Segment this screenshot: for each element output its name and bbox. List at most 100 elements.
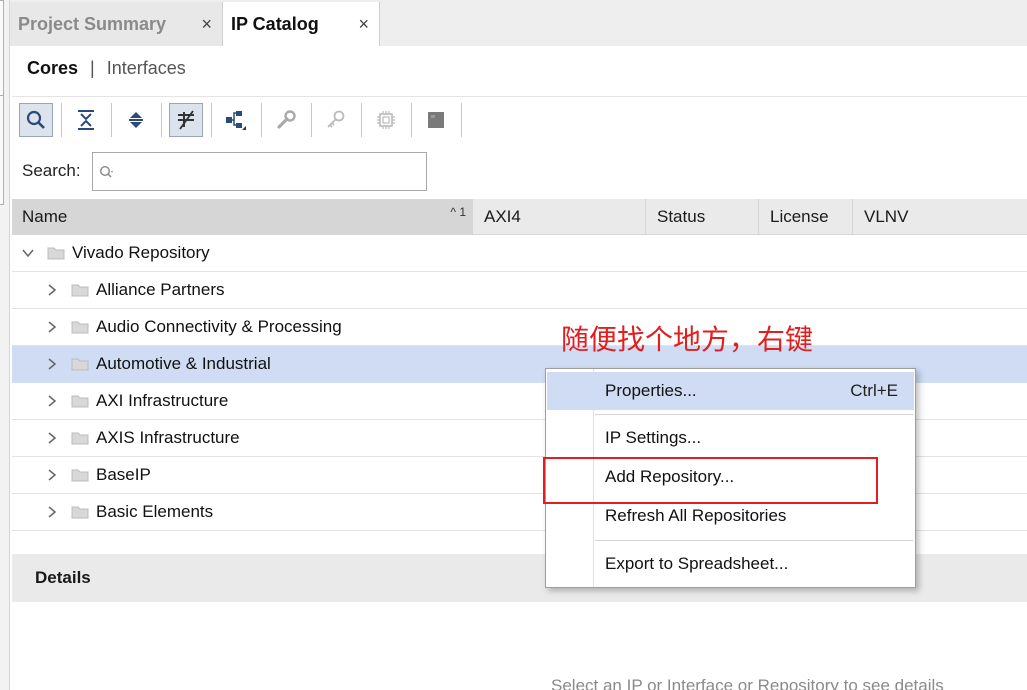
- menu-separator: [595, 414, 913, 415]
- tree-row-label: Automotive & Industrial: [96, 354, 271, 373]
- toolbar-separator: [461, 103, 462, 137]
- subtab-separator: |: [90, 57, 95, 78]
- chevron-right-icon[interactable]: [45, 468, 59, 482]
- toolbar-separator: [61, 103, 62, 137]
- hierarchy-icon: [226, 111, 246, 130]
- hierarchy-button[interactable]: [219, 103, 253, 137]
- menu-item-label: Refresh All Repositories: [605, 506, 787, 525]
- block-button[interactable]: [419, 103, 453, 137]
- search-icon: [26, 110, 45, 129]
- search-label: Search:: [22, 161, 81, 180]
- column-label: Status: [657, 207, 706, 226]
- chevron-right-icon[interactable]: [45, 320, 59, 334]
- chevron-right-icon[interactable]: [45, 357, 59, 371]
- tree-row-label: Alliance Partners: [96, 280, 225, 299]
- toolbar: [12, 96, 1027, 142]
- collapse-all-button[interactable]: [69, 103, 103, 137]
- column-header-axi4[interactable]: AXI4: [474, 199, 646, 235]
- tab-project-summary[interactable]: Project Summary ×: [10, 2, 222, 46]
- panel-handle[interactable]: [0, 0, 4, 110]
- toolbar-separator: [411, 103, 412, 137]
- folder-icon: [71, 432, 89, 445]
- panel-handle[interactable]: [0, 95, 4, 205]
- menu-item-label: Properties...: [605, 381, 697, 400]
- folder-icon: [47, 247, 65, 260]
- expand-all-icon: [129, 112, 143, 128]
- tree-row-label: Audio Connectivity & Processing: [96, 317, 342, 336]
- close-icon[interactable]: ×: [358, 14, 369, 35]
- menu-item-label: Add Repository...: [605, 467, 735, 486]
- menu-item-label: Export to Spreadsheet...: [605, 554, 789, 573]
- column-label: License: [770, 207, 829, 226]
- search-input[interactable]: [119, 162, 409, 181]
- toolbar-separator: [261, 103, 262, 137]
- left-panel-edge: [0, 0, 10, 690]
- chevron-down-icon[interactable]: [21, 246, 35, 260]
- folder-icon: [71, 469, 89, 482]
- folder-icon: [71, 358, 89, 371]
- details-hint: Select an IP or Interface or Repository …: [551, 676, 944, 690]
- column-header-vlnv[interactable]: VLNV: [854, 199, 1027, 235]
- toolbar-separator: [361, 103, 362, 137]
- folder-icon: [71, 321, 89, 334]
- collapse-all-icon: [78, 110, 94, 130]
- toolbar-separator: [111, 103, 112, 137]
- chevron-right-icon[interactable]: [45, 283, 59, 297]
- tree-row-label: AXI Infrastructure: [96, 391, 229, 410]
- chevron-right-icon[interactable]: [45, 394, 59, 408]
- chevron-right-icon[interactable]: [45, 431, 59, 445]
- context-menu: Properties... Ctrl+E IP Settings... Add …: [545, 368, 916, 588]
- tab-label: IP Catalog: [231, 13, 319, 34]
- column-header-name[interactable]: Name ^ 1: [12, 199, 473, 235]
- folder-icon: [71, 395, 89, 408]
- search-field[interactable]: [92, 152, 427, 191]
- table-header: Name ^ 1 AXI4 Status License VLNV: [12, 199, 1027, 235]
- column-header-license[interactable]: License: [760, 199, 853, 235]
- tree-row-alliance-partners[interactable]: Alliance Partners: [12, 272, 1027, 309]
- menu-item-refresh-all-repositories[interactable]: Refresh All Repositories: [547, 497, 914, 535]
- chevron-right-icon[interactable]: [45, 505, 59, 519]
- tree-row-label: Vivado Repository: [72, 243, 210, 262]
- menu-item-ip-settings[interactable]: IP Settings...: [547, 419, 914, 457]
- tab-bar: Project Summary × IP Catalog ×: [10, 0, 1027, 46]
- ip-settings-button[interactable]: [269, 103, 303, 137]
- menu-item-properties[interactable]: Properties... Ctrl+E: [547, 372, 914, 410]
- subtab-interfaces[interactable]: Interfaces: [107, 58, 186, 79]
- subtab-cores[interactable]: Cores: [27, 58, 78, 79]
- menu-item-label: IP Settings...: [605, 428, 702, 447]
- menu-item-add-repository[interactable]: Add Repository...: [547, 458, 914, 496]
- folder-icon: [71, 506, 89, 519]
- menu-separator: [595, 540, 913, 541]
- filter-icon: [178, 110, 194, 130]
- toolbar-separator: [211, 103, 212, 137]
- license-button[interactable]: [319, 103, 353, 137]
- tree-row-label: AXIS Infrastructure: [96, 428, 240, 447]
- toolbar-separator: [311, 103, 312, 137]
- expand-all-button[interactable]: [119, 103, 153, 137]
- tab-ip-catalog[interactable]: IP Catalog ×: [222, 2, 380, 46]
- view-switcher: Cores | Interfaces: [12, 50, 186, 86]
- details-title: Details: [35, 568, 91, 587]
- search-icon: [99, 165, 113, 178]
- ip-catalog-window: Project Summary × IP Catalog × Cores | I…: [0, 0, 1027, 690]
- block-icon: [428, 112, 444, 128]
- annotation-text: 随便找个地方，右键: [561, 323, 814, 356]
- folder-icon: [71, 284, 89, 297]
- column-label: VLNV: [864, 207, 909, 226]
- tree-row-vivado-repository[interactable]: Vivado Repository: [12, 235, 1027, 272]
- filter-button[interactable]: [169, 103, 203, 137]
- menu-item-export-spreadsheet[interactable]: Export to Spreadsheet...: [547, 545, 914, 583]
- column-label: Name: [22, 207, 68, 226]
- chip-button[interactable]: [369, 103, 403, 137]
- column-header-status[interactable]: Status: [647, 199, 759, 235]
- toolbar-separator: [161, 103, 162, 137]
- details-panel: Select an IP or Interface or Repository …: [12, 602, 1027, 690]
- chip-icon: [377, 111, 395, 129]
- close-icon[interactable]: ×: [201, 14, 212, 35]
- wrench-icon: [277, 110, 296, 129]
- tab-label: Project Summary: [18, 13, 167, 34]
- search-button[interactable]: [19, 103, 53, 137]
- tree-row-audio-connectivity[interactable]: Audio Connectivity & Processing: [12, 309, 1027, 346]
- sort-ascending-icon: ^ 1: [450, 205, 466, 219]
- tree-row-label: BaseIP: [96, 465, 151, 484]
